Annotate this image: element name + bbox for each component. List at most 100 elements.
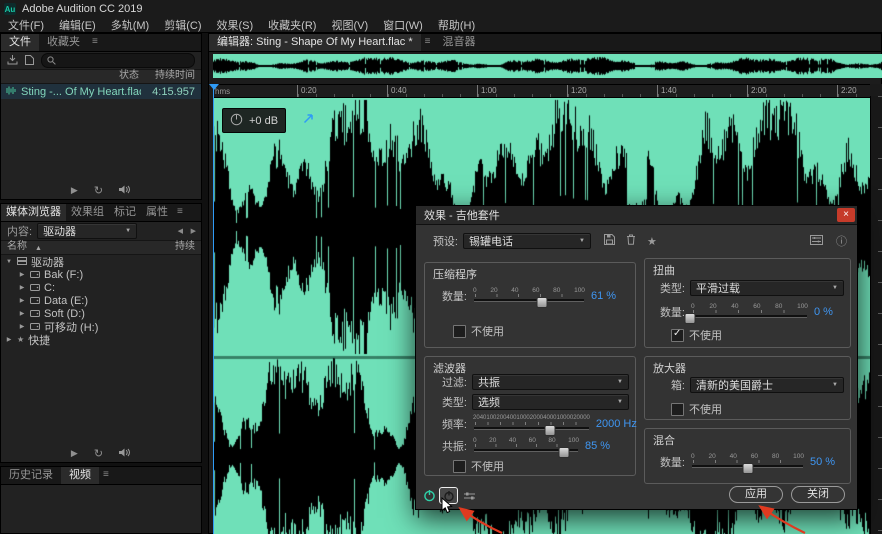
tab-properties[interactable]: 属性 [141, 204, 173, 221]
nav-back-icon[interactable]: ◀ [178, 227, 183, 235]
speaker-icon[interactable] [119, 185, 131, 196]
gain-value[interactable]: +0 dB [249, 115, 278, 127]
file-row[interactable]: Sting -... Of My Heart.flac * 4:15.957 [1, 84, 201, 99]
panel-menu-icon[interactable]: ≡ [173, 204, 187, 221]
menu-item[interactable]: 视图(V) [331, 17, 368, 33]
new-file-icon[interactable] [25, 52, 34, 70]
amplifier-bypass-checkbox[interactable]: 不使用 [671, 401, 722, 417]
amplitude-ruler[interactable] [870, 96, 882, 534]
slider-handle[interactable] [545, 425, 556, 436]
menu-item[interactable]: 文件(F) [8, 17, 44, 33]
tab-markers[interactable]: 标记 [109, 204, 141, 221]
column-duration[interactable]: 持续时间 [155, 70, 195, 82]
speaker-icon[interactable] [119, 448, 131, 459]
loop-icon[interactable]: ↻ [94, 447, 103, 460]
compressor-amount-value[interactable]: 61 % [591, 290, 629, 302]
slider-handle[interactable] [536, 297, 547, 308]
menu-item[interactable]: 多轨(M) [111, 17, 150, 33]
caret-down-icon[interactable]: ▼ [5, 259, 13, 265]
compressor-bypass-checkbox[interactable]: 不使用 [453, 323, 504, 339]
caret-right-icon[interactable]: ▶ [5, 336, 13, 343]
tab-mixer[interactable]: 混音器 [434, 34, 483, 51]
apply-button[interactable]: 应用 [729, 486, 783, 503]
mix-amount-slider[interactable]: 020406080100 [690, 453, 805, 471]
timeline-ruler[interactable]: hms 0:200:401:001:201:402:002:20 [213, 84, 870, 98]
files-column-header[interactable]: 状态 持续时间 [1, 69, 201, 84]
panel-menu-icon[interactable]: ≡ [88, 34, 102, 51]
menu-item[interactable]: 效果(S) [217, 17, 254, 33]
close-button[interactable]: 关闭 [791, 486, 845, 503]
overview-waveform[interactable] [213, 54, 882, 78]
caret-right-icon[interactable]: ▶ [18, 284, 26, 291]
tree-item-drive[interactable]: ▶ Bak (F:) [1, 268, 201, 281]
slider-handle[interactable] [742, 463, 753, 474]
distortion-bypass-checkbox[interactable]: 不使用 [671, 327, 722, 343]
nav-forward-icon[interactable]: ▶ [191, 227, 196, 235]
tab-editor[interactable]: 编辑器: Sting - Shape Of My Heart.flac * [209, 34, 421, 51]
dialog-close-button[interactable]: × [837, 208, 855, 222]
menu-item[interactable]: 窗口(W) [383, 17, 423, 33]
tab-files[interactable]: 文件 [1, 34, 39, 51]
filter-type-select[interactable]: 选频▼ [472, 394, 629, 410]
search-input[interactable] [41, 53, 195, 68]
slider-handle[interactable] [558, 447, 569, 458]
mix-amount-value[interactable]: 50 % [810, 456, 844, 468]
tab-favorites[interactable]: 收藏夹 [39, 34, 88, 51]
tree-item-drive[interactable]: ▶ Data (E:) [1, 294, 201, 307]
playhead-marker[interactable] [209, 84, 219, 90]
tab-media-browser[interactable]: 媒体浏览器 [1, 204, 66, 221]
menu-item[interactable]: 帮助(H) [438, 17, 475, 33]
hud-pin-icon[interactable] [303, 111, 314, 129]
knob-icon[interactable] [230, 113, 243, 129]
favorite-star-icon[interactable]: ★ [647, 235, 657, 248]
media-column-header[interactable]: 名称 ▲ 持续 [1, 240, 201, 255]
delete-preset-icon[interactable] [626, 234, 636, 248]
resonance-slider[interactable]: 020406080100 [472, 437, 580, 455]
caret-right-icon[interactable]: ▶ [18, 323, 26, 330]
play-icon[interactable]: ▶ [71, 448, 78, 459]
tree-item-shortcuts[interactable]: ▶ ★ 快捷 [1, 333, 201, 346]
effect-rack-icon[interactable] [810, 235, 823, 248]
column-duration[interactable]: 持续 [175, 241, 195, 253]
caret-right-icon[interactable]: ▶ [18, 271, 26, 278]
slider-handle[interactable] [685, 313, 696, 324]
gain-hud[interactable]: +0 dB [222, 108, 286, 133]
menu-item[interactable]: 编辑(E) [59, 17, 96, 33]
frequency-value[interactable]: 2000 Hz [596, 418, 640, 430]
effect-power-toggle[interactable] [421, 488, 438, 503]
panel-menu-icon[interactable]: ≡ [99, 467, 113, 484]
dialog-title-bar[interactable]: 效果 - 吉他套件 [416, 206, 857, 225]
cabinet-select[interactable]: 清新的美国爵士▼ [690, 377, 844, 393]
panel-menu-icon[interactable]: ≡ [421, 34, 435, 51]
loop-icon[interactable]: ↻ [94, 184, 103, 197]
preset-select[interactable]: 锡罐电话▼ [463, 233, 591, 249]
play-icon[interactable]: ▶ [71, 185, 78, 196]
info-icon[interactable]: ⓘ [836, 233, 847, 249]
column-name[interactable]: 名称 [7, 241, 27, 253]
content-select[interactable]: 驱动器▼ [37, 223, 137, 239]
resonance-value[interactable]: 85 % [585, 440, 629, 452]
tree-item-drives-root[interactable]: ▼ 驱动器 [1, 255, 201, 268]
tab-history[interactable]: 历史记录 [1, 467, 61, 484]
compressor-amount-slider[interactable]: 020406080100 [472, 287, 586, 305]
caret-right-icon[interactable]: ▶ [18, 310, 26, 317]
tab-effects-rack[interactable]: 效果组 [66, 204, 109, 221]
menu-item[interactable]: 剪辑(C) [164, 17, 201, 33]
filter-bypass-checkbox[interactable]: 不使用 [453, 458, 504, 474]
distortion-amount-value[interactable]: 0 % [814, 306, 844, 318]
tab-video[interactable]: 视频 [61, 467, 99, 484]
preview-rack-button[interactable] [461, 488, 478, 503]
caret-right-icon[interactable]: ▶ [18, 297, 26, 304]
menu-item[interactable]: 收藏夹(R) [268, 17, 316, 33]
tree-item-drive[interactable]: ▶ C: [1, 281, 201, 294]
save-preset-icon[interactable] [604, 234, 615, 248]
import-file-icon[interactable] [7, 52, 18, 70]
toggle-state-button[interactable] [440, 488, 457, 503]
column-status[interactable]: 状态 [119, 70, 139, 82]
filter-select[interactable]: 共振▼ [472, 374, 629, 390]
frequency-slider[interactable]: 20401002004001000200040001000020000 [472, 415, 591, 433]
tree-item-drive[interactable]: ▶ Soft (D:) [1, 307, 201, 320]
playhead[interactable] [213, 84, 214, 534]
distortion-type-select[interactable]: 平滑过载▼ [690, 280, 844, 296]
distortion-amount-slider[interactable]: 020406080100 [690, 303, 809, 321]
